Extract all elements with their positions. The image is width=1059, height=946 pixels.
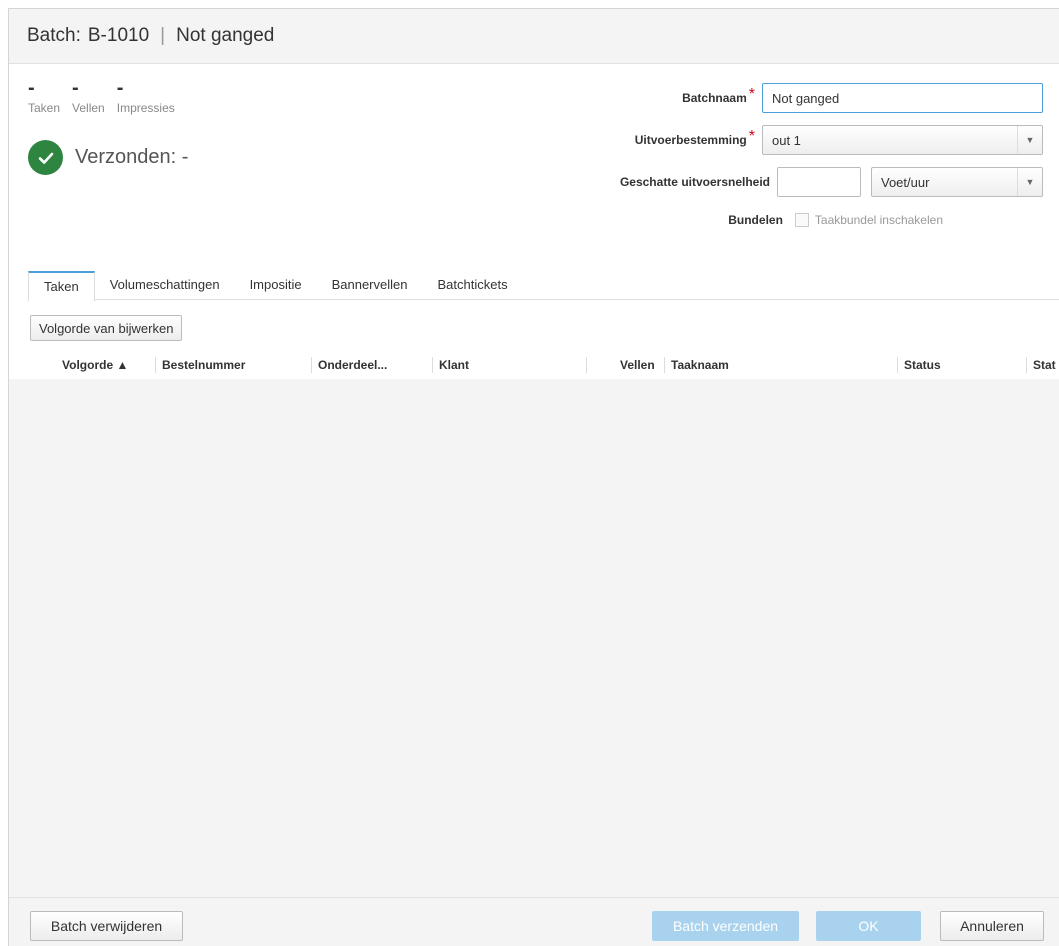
snelheid-row: Geschatte uitvoersnelheid Voet/uur ▼ bbox=[620, 167, 1043, 197]
batch-dialog: Batch: B-1010 | Not ganged - Taken - Vel… bbox=[8, 8, 1059, 946]
bundelen-row: Bundelen Taakbundel inschakelen bbox=[728, 213, 943, 227]
bundelen-checkbox-label: Taakbundel inschakelen bbox=[814, 213, 943, 227]
title-separator: | bbox=[160, 25, 166, 46]
stat-label: Taken bbox=[28, 101, 61, 115]
stat-label: Vellen bbox=[72, 101, 105, 115]
stat-vellen: - Vellen bbox=[72, 77, 105, 115]
uitvoer-value: out 1 bbox=[772, 132, 801, 148]
delete-batch-button[interactable]: Batch verwijderen bbox=[30, 911, 183, 941]
col-bestelnummer[interactable]: Bestelnummer bbox=[162, 358, 245, 372]
column-divider bbox=[311, 357, 312, 373]
col-status[interactable]: Status bbox=[904, 358, 941, 372]
batchnaam-row: Batchnaam * Not ganged bbox=[682, 83, 1043, 113]
ok-button[interactable]: OK bbox=[816, 911, 921, 941]
stat-value: - bbox=[72, 77, 79, 99]
uitvoer-select[interactable]: out 1 ▼ bbox=[762, 125, 1043, 155]
title-batch-name: Not ganged bbox=[176, 25, 275, 46]
col-stat[interactable]: Stat bbox=[1033, 358, 1056, 372]
tab-batchtickets[interactable]: Batchtickets bbox=[422, 271, 522, 299]
uitvoer-row: Uitvoerbestemming * out 1 ▼ bbox=[635, 125, 1043, 155]
tab-volumeschattingen[interactable]: Volumeschattingen bbox=[95, 271, 235, 299]
column-divider bbox=[897, 357, 898, 373]
chevron-down-icon: ▼ bbox=[1017, 126, 1042, 154]
title-batch-label: Batch: bbox=[27, 25, 81, 46]
bundelen-label: Bundelen bbox=[728, 213, 783, 227]
dialog-title: Batch: B-1010 | Not ganged bbox=[9, 9, 1059, 64]
sent-status: Verzonden: - bbox=[28, 140, 188, 175]
stat-label: Impressies bbox=[116, 101, 175, 115]
tab-taken[interactable]: Taken bbox=[28, 271, 95, 302]
stat-value: - bbox=[116, 77, 124, 99]
send-batch-button[interactable]: Batch verzenden bbox=[652, 911, 799, 941]
column-divider bbox=[432, 357, 433, 373]
sent-status-text: Verzonden: - bbox=[75, 146, 189, 168]
column-divider bbox=[586, 357, 587, 373]
required-marker: * bbox=[748, 86, 755, 103]
stat-taken: - Taken bbox=[28, 77, 61, 115]
stat-value: - bbox=[28, 77, 35, 99]
tab-impositie[interactable]: Impositie bbox=[235, 271, 317, 299]
snelheid-unit-value: Voet/uur bbox=[881, 174, 930, 190]
chevron-down-icon: ▼ bbox=[1017, 168, 1042, 196]
tab-bannervellen[interactable]: Bannervellen bbox=[317, 271, 423, 299]
col-onderdeel[interactable]: Onderdeel... bbox=[318, 358, 387, 372]
col-taaknaam[interactable]: Taaknaam bbox=[671, 358, 729, 372]
grid-header: Volgorde ▲ Bestelnummer Onderdeel... Kla… bbox=[9, 352, 1059, 380]
required-marker: * bbox=[748, 128, 755, 145]
column-divider bbox=[155, 357, 156, 373]
uitvoer-label: Uitvoerbestemming bbox=[634, 133, 747, 147]
tab-bar: Taken Volumeschattingen Impositie Banner… bbox=[28, 271, 1059, 302]
batchnaam-input[interactable]: Not ganged bbox=[762, 83, 1043, 113]
bundelen-checkbox[interactable] bbox=[794, 213, 809, 227]
col-klant[interactable]: Klant bbox=[439, 358, 469, 372]
dialog-footer: Batch verwijderen Batch verzenden OK Ann… bbox=[9, 897, 1059, 946]
batchnaam-label: Batchnaam bbox=[682, 91, 747, 105]
update-order-button[interactable]: Volgorde van bijwerken bbox=[30, 315, 183, 341]
batch-stats: - Taken - Vellen - Impressies bbox=[28, 77, 175, 115]
checkmark-icon bbox=[28, 140, 63, 175]
column-divider bbox=[664, 357, 665, 373]
col-volgorde[interactable]: Volgorde ▲ bbox=[62, 358, 128, 372]
snelheid-unit-select[interactable]: Voet/uur ▼ bbox=[871, 167, 1043, 197]
column-divider bbox=[1026, 357, 1027, 373]
grid-body bbox=[9, 379, 1059, 898]
snelheid-label: Geschatte uitvoersnelheid bbox=[619, 175, 770, 189]
snelheid-input[interactable] bbox=[777, 167, 861, 197]
stat-impressies: - Impressies bbox=[116, 77, 175, 115]
title-batch-id: B-1010 bbox=[87, 25, 150, 46]
batchnaam-value: Not ganged bbox=[772, 90, 840, 106]
cancel-button[interactable]: Annuleren bbox=[940, 911, 1044, 941]
col-vellen[interactable]: Vellen bbox=[620, 358, 655, 372]
